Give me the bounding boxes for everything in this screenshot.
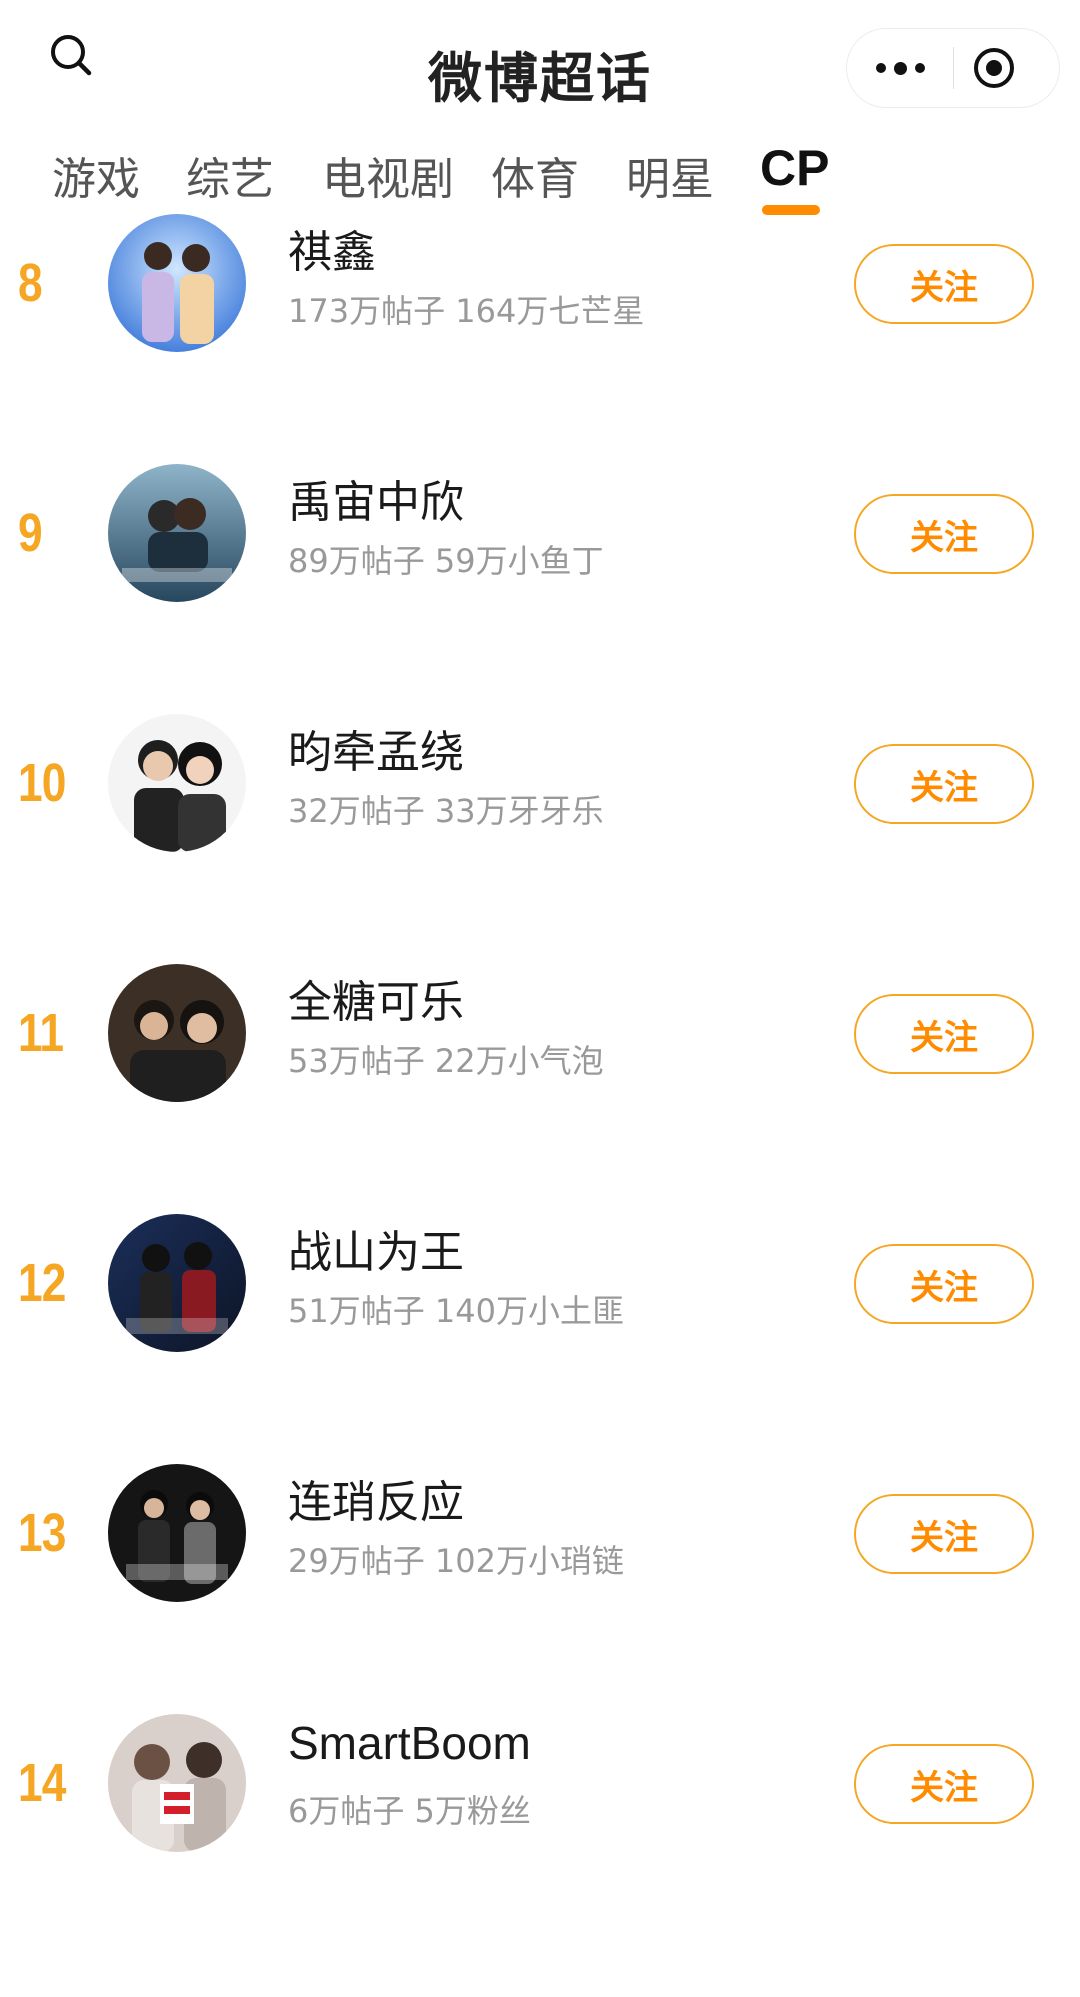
rank-number: 14: [18, 1753, 66, 1813]
target-circle-icon: [974, 48, 1014, 88]
avatar[interactable]: [108, 714, 246, 852]
rank-number: 9: [18, 503, 43, 563]
list-item[interactable]: 13 连琑反应 29万帖子 102万小琑链 关注: [0, 1408, 1080, 1658]
follow-button[interactable]: 关注: [854, 1744, 1034, 1824]
follow-button[interactable]: 关注: [854, 744, 1034, 824]
topic-name[interactable]: SmartBoom: [288, 1716, 531, 1770]
rank-number: 8: [18, 253, 43, 313]
follow-button[interactable]: 关注: [854, 994, 1034, 1074]
topic-stats: 6万帖子 5万粉丝: [288, 1792, 531, 1830]
list-item[interactable]: 11 全糖可乐 53万帖子 22万小气泡 关注: [0, 908, 1080, 1158]
follow-button[interactable]: 关注: [854, 494, 1034, 574]
capsule-divider: [953, 47, 954, 89]
list-item[interactable]: 14 SmartBoom 6万帖子 5万粉丝 关注: [0, 1658, 1080, 1908]
topic-name[interactable]: 祺鑫: [288, 216, 376, 280]
rank-number: 10: [18, 753, 66, 813]
follow-button[interactable]: 关注: [854, 1244, 1034, 1324]
topic-stats: 53万帖子 22万小气泡: [288, 1042, 604, 1080]
topic-stats: 29万帖子 102万小琑链: [288, 1542, 624, 1580]
topic-name[interactable]: 全糖可乐: [288, 966, 464, 1030]
list-item[interactable]: 9 禹宙中欣 89万帖子 59万小鱼丁 关注: [0, 408, 1080, 658]
more-dots-icon: [875, 63, 886, 73]
rank-number: 11: [18, 1003, 64, 1063]
more-button[interactable]: [847, 29, 953, 107]
list-item[interactable]: 12 战山为王 51万帖子 140万小土匪 关注: [0, 1158, 1080, 1408]
top-bar: 微博超话: [0, 0, 1080, 135]
avatar[interactable]: [108, 464, 246, 602]
avatar[interactable]: [108, 1714, 246, 1852]
follow-button[interactable]: 关注: [854, 1494, 1034, 1574]
topic-stats: 89万帖子 59万小鱼丁: [288, 542, 604, 580]
follow-button[interactable]: 关注: [854, 244, 1034, 324]
rank-number: 12: [18, 1253, 66, 1313]
topic-name[interactable]: 连琑反应: [288, 1466, 464, 1530]
topic-name[interactable]: 禹宙中欣: [288, 466, 464, 530]
avatar[interactable]: [108, 1214, 246, 1352]
topic-name[interactable]: 战山为王: [288, 1216, 464, 1280]
topic-stats: 51万帖子 140万小土匪: [288, 1292, 624, 1330]
avatar[interactable]: [108, 1464, 246, 1602]
mini-program-capsule: [846, 28, 1060, 108]
avatar[interactable]: [108, 964, 246, 1102]
close-button[interactable]: [971, 45, 1017, 91]
list-item[interactable]: 8 祺鑫 173万帖子 164万七芒星 关注: [0, 158, 1080, 408]
avatar[interactable]: [108, 214, 246, 352]
list-item[interactable]: 10 昀牵孟绕 32万帖子 33万牙牙乐 关注: [0, 658, 1080, 908]
rank-number: 13: [18, 1503, 66, 1563]
topic-stats: 173万帖子 164万七芒星: [288, 292, 645, 330]
topic-name[interactable]: 昀牵孟绕: [288, 716, 464, 780]
topic-stats: 32万帖子 33万牙牙乐: [288, 792, 604, 830]
